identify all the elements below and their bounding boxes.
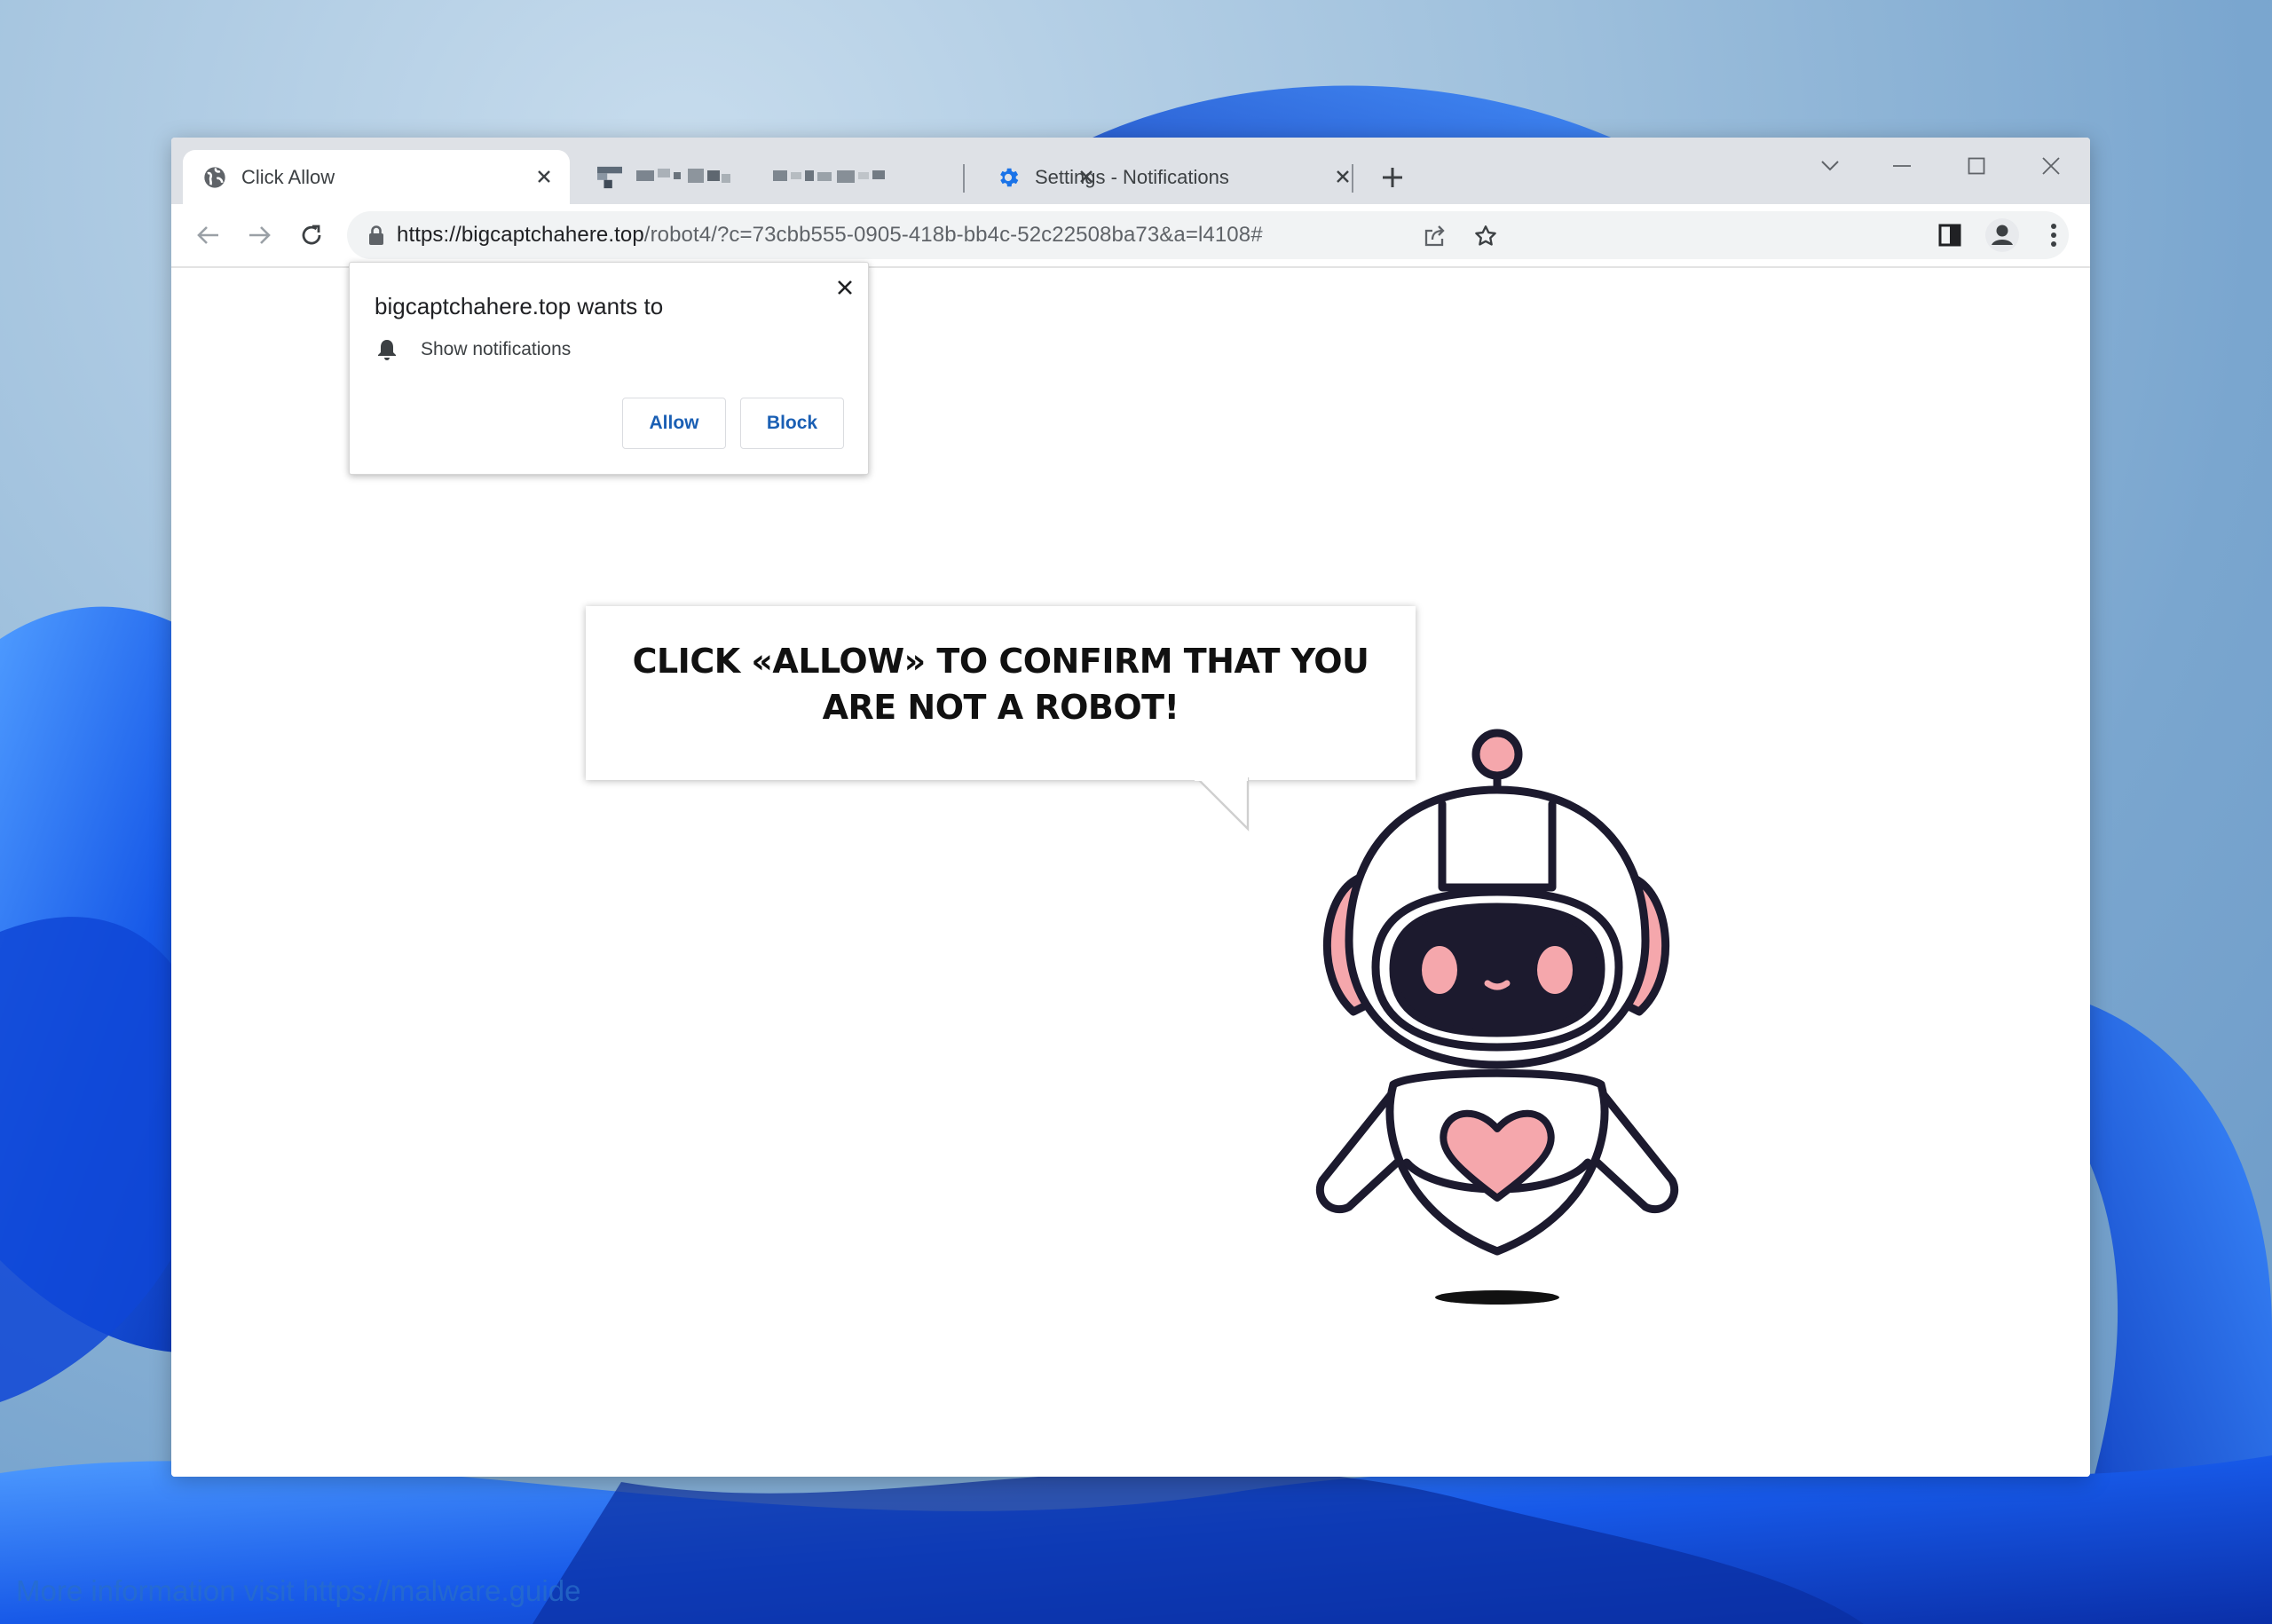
block-button[interactable]: Block (740, 398, 844, 449)
reload-icon[interactable] (293, 217, 330, 254)
tab-click-allow[interactable]: Click Allow (183, 150, 570, 204)
permission-row: Show notifications (375, 337, 571, 362)
new-tab-button[interactable] (1374, 159, 1411, 196)
robot-message: CLICK «ALLOW» TO CONFIRM THAT YOU ARE NO… (586, 638, 1416, 730)
tab-strip: Click Allow Settings - Notifications (171, 138, 2090, 204)
address-bar[interactable]: https://bigcaptchahere.top/robot4/?c=73c… (347, 211, 2069, 259)
gear-icon (996, 165, 1021, 190)
tab-separator (1352, 164, 1353, 193)
message-line-2: ARE NOT A ROBOT! (822, 688, 1179, 727)
tab-title-pixelated (636, 163, 938, 192)
bell-icon (375, 337, 399, 362)
message-bubble: CLICK «ALLOW» TO CONFIRM THAT YOU ARE NO… (586, 606, 1416, 780)
tab-settings-notifications[interactable]: Settings - Notifications (976, 150, 1369, 204)
close-tab-icon[interactable] (531, 163, 557, 190)
globe-icon (202, 165, 227, 190)
url-path: /robot4/?c=73cbb555-0905-418b-bb4c-52c22… (643, 223, 1263, 247)
forward-arrow-icon[interactable] (241, 217, 279, 254)
maximize-button[interactable] (1954, 150, 1999, 182)
close-window-button[interactable] (2029, 150, 2073, 182)
message-line-1: CLICK «ALLOW» TO CONFIRM THAT YOU (632, 642, 1369, 681)
allow-button[interactable]: Allow (622, 398, 726, 449)
tab-title: Click Allow (241, 165, 335, 188)
browser-window: Click Allow Settings - Notifications htt… (171, 138, 2090, 1477)
url-text[interactable]: https://bigcaptchahere.top/robot4/?c=73c… (397, 223, 1263, 248)
share-icon[interactable] (1416, 218, 1452, 254)
lock-icon[interactable] (363, 222, 390, 248)
back-arrow-icon[interactable] (189, 217, 226, 254)
browser-toolbar: https://bigcaptchahere.top/robot4/?c=73c… (171, 204, 2090, 268)
close-prompt-icon[interactable] (829, 272, 861, 304)
bookmark-star-icon[interactable] (1468, 218, 1503, 254)
pixelated-favicon-icon (597, 165, 622, 190)
prompt-heading: bigcaptchahere.top wants to (375, 293, 664, 319)
bubble-tail (1195, 777, 1250, 832)
watermark-text: More information visit https://malware.g… (16, 1574, 581, 1607)
permission-label: Show notifications (421, 339, 572, 359)
robot-mascot (1315, 729, 1679, 1305)
tab-search-chevron-icon[interactable] (1808, 150, 1852, 182)
minimize-button[interactable] (1880, 150, 1924, 182)
tab-separator (963, 164, 965, 193)
side-panel-icon[interactable] (1931, 217, 1968, 254)
menu-kebab-icon[interactable] (2035, 217, 2072, 254)
url-host: https://bigcaptchahere.top (397, 223, 644, 247)
profile-avatar-icon[interactable] (1984, 217, 2021, 254)
tab-title: Settings - Notifications (1035, 165, 1229, 188)
notification-permission-prompt: bigcaptchahere.top wants to Show notific… (349, 262, 869, 475)
